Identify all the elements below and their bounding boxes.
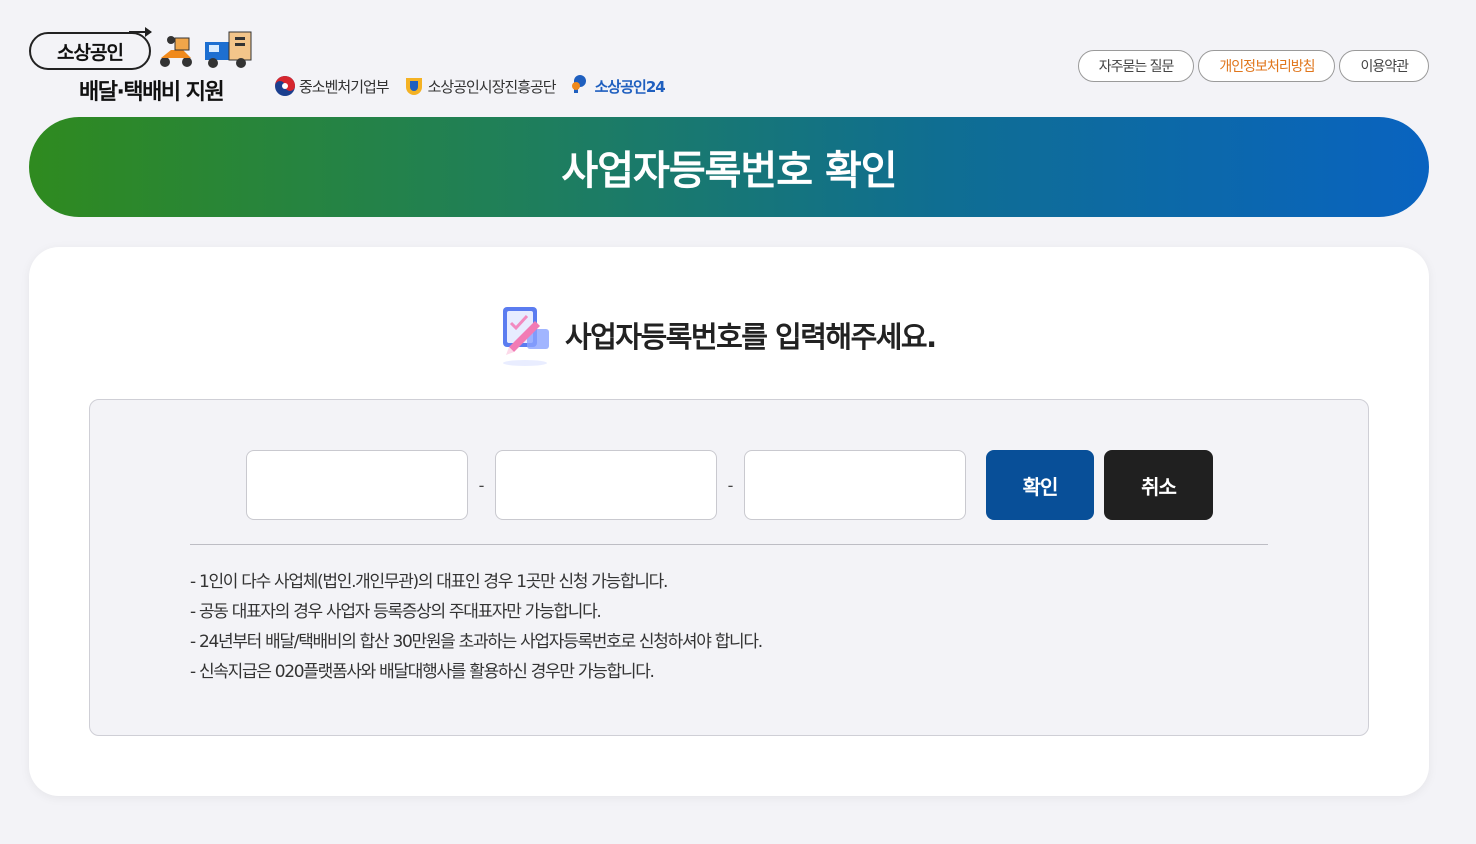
notice-item: 신속지급은 020플랫폼사와 배달대행사를 활용하신 경우만 가능합니다. <box>190 657 762 687</box>
logo-arrow-icon <box>129 27 152 37</box>
bizno-part1-input[interactable] <box>246 450 468 520</box>
privacy-policy-link[interactable]: 개인정보처리방침 <box>1198 50 1336 82</box>
bizno-separator: - <box>478 475 485 495</box>
logo-main-text: 배달·택배비 지원 <box>79 80 225 105</box>
notice-item: 24년부터 배달/택배비의 합산 30만원을 초과하는 사업자등록번호로 신청하… <box>190 627 763 657</box>
bizno-separator: - <box>727 475 734 495</box>
bizno-part2-input[interactable] <box>495 450 717 520</box>
confirm-button[interactable]: 확인 <box>986 450 1094 520</box>
bizno-form: - - 확인 취소 1인이 다수 사업체(법인.개인무관)의 대표인 경우 1곳… <box>89 399 1369 736</box>
faq-link[interactable]: 자주묻는 질문 <box>1077 50 1195 82</box>
cancel-button[interactable]: 취소 <box>1104 450 1213 520</box>
partner-mss-label: 중소벤처기업부 <box>299 77 390 96</box>
bizno-input-row: - - 확인 취소 <box>246 450 1213 520</box>
top-nav: 자주묻는 질문 개인정보처리방침 이용약관 <box>1077 50 1429 82</box>
logo-pill-text: 소상공인 <box>29 32 151 70</box>
pencil-checklist-icon <box>503 307 549 366</box>
terms-link[interactable]: 이용약관 <box>1339 50 1429 82</box>
sb24-logo-icon <box>571 75 586 93</box>
mss-emblem-icon <box>275 76 295 96</box>
page-banner: 사업자등록번호 확인 <box>29 117 1429 217</box>
partner-mss[interactable]: 중소벤처기업부 <box>274 75 390 97</box>
site-logo[interactable]: 소상공인 배달·택배비 지원 <box>29 27 255 105</box>
partner-sb24-label: 소상공인24 <box>594 77 666 96</box>
semas-logo-icon <box>405 78 422 95</box>
card-heading-text: 사업자등록번호를 입력해주세요. <box>565 320 937 354</box>
card-heading: 사업자등록번호를 입력해주세요. <box>497 305 937 366</box>
notice-item: 1인이 다수 사업체(법인.개인무관)의 대표인 경우 1곳만 신청 가능합니다… <box>190 567 762 597</box>
delivery-vehicles-icon <box>160 31 252 68</box>
notice-item: 공동 대표자의 경우 사업자 등록증상의 주대표자만 가능합니다. <box>190 597 762 627</box>
page-title: 사업자등록번호 확인 <box>561 148 897 194</box>
partner-semas[interactable]: 소상공인시장진흥공단 <box>403 75 557 97</box>
notice-list: 1인이 다수 사업체(법인.개인무관)의 대표인 경우 1곳만 신청 가능합니다… <box>190 567 763 687</box>
partner-semas-label: 소상공인시장진흥공단 <box>427 77 557 96</box>
bizno-part3-input[interactable] <box>744 450 966 520</box>
partner-logos: 중소벤처기업부 소상공인시장진흥공단 소상공인24 <box>274 73 666 99</box>
bizno-card: 사업자등록번호를 입력해주세요. - - 확인 취소 1인이 다수 사업체(법인… <box>29 247 1429 796</box>
divider <box>190 544 1268 545</box>
partner-sb24[interactable]: 소상공인24 <box>570 75 666 97</box>
